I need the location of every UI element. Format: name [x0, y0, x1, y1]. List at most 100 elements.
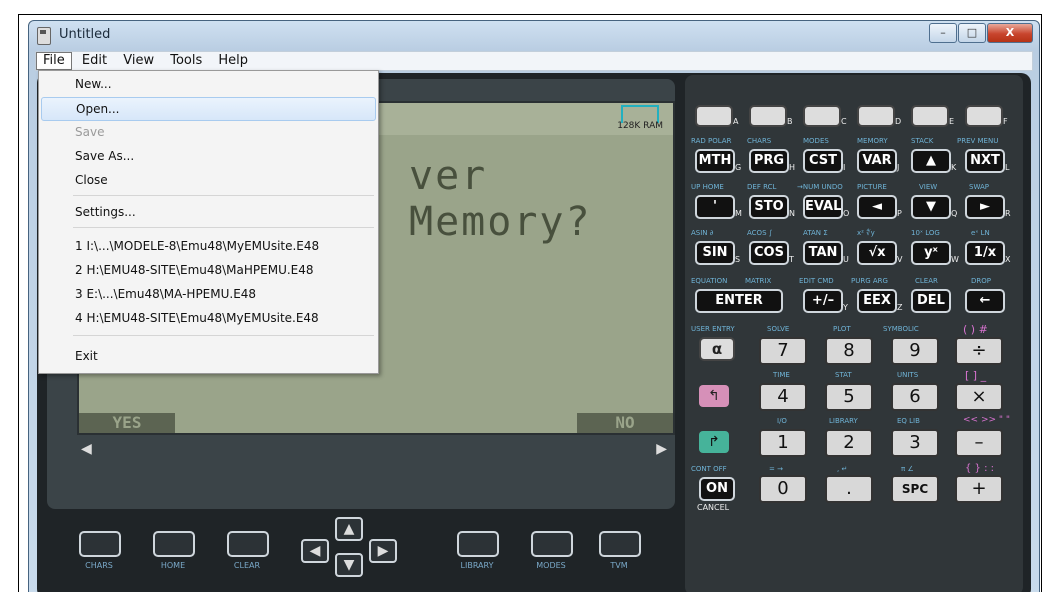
power-key[interactable]: yˣ [911, 241, 951, 265]
mth-key[interactable]: MTH [695, 149, 735, 173]
menu-key-b[interactable] [749, 105, 787, 127]
sto-key[interactable]: STO [749, 195, 789, 219]
sqrt-key[interactable]: √x [857, 241, 897, 265]
softkey-4[interactable] [457, 531, 499, 557]
prg-key[interactable]: PRG [749, 149, 789, 173]
sin-key[interactable]: SIN [695, 241, 735, 265]
softkey-3[interactable] [227, 531, 269, 557]
eex-key[interactable]: EEX [857, 289, 897, 313]
dot-key[interactable]: . [825, 475, 873, 503]
minus-key[interactable]: – [955, 429, 1003, 457]
key-8[interactable]: 8 [825, 337, 873, 365]
nxt-key[interactable]: NXT [965, 149, 1005, 173]
softkey-6[interactable] [599, 531, 641, 557]
menu-file[interactable]: File [36, 52, 72, 70]
softkey-2-label: HOME [160, 561, 186, 570]
menu-edit[interactable]: Edit [76, 52, 113, 70]
minimize-button[interactable]: – [929, 23, 957, 43]
key-9[interactable]: 9 [891, 337, 939, 365]
softkey-1[interactable] [79, 531, 121, 557]
key-0[interactable]: 0 [759, 475, 807, 503]
plus-key[interactable]: + [955, 475, 1003, 503]
scroll-right-icon[interactable]: ▶ [656, 441, 667, 457]
cancel-label: CANCEL [697, 503, 730, 512]
on-key[interactable]: ON [699, 477, 735, 501]
menu-key-d[interactable] [857, 105, 895, 127]
up-arrow-key[interactable]: ▲ [335, 517, 363, 541]
menu-item-recent-1[interactable]: 1 I:\...\MODELE-8\Emu48\MyEMUsite.E48 [75, 235, 319, 257]
letter-a: A [733, 117, 739, 126]
right-shift-key[interactable]: ↱ [699, 431, 729, 453]
softkey-5[interactable] [531, 531, 573, 557]
menu-tools[interactable]: Tools [164, 52, 208, 70]
menu-key-e[interactable] [911, 105, 949, 127]
maximize-button[interactable]: □ [958, 23, 986, 43]
menu-item-open[interactable]: Open... [41, 97, 376, 121]
multiply-key[interactable]: × [955, 383, 1003, 411]
label-units: UNITS [897, 371, 919, 379]
left-arrow-key[interactable]: ◀ [301, 539, 329, 563]
letter-d: D [895, 117, 902, 126]
down-arrow-key[interactable]: ▼ [335, 553, 363, 577]
key-5[interactable]: 5 [825, 383, 873, 411]
menu-item-recent-3[interactable]: 3 E:\...\Emu48\MA-HPEMU.E48 [75, 283, 256, 305]
menu-item-recent-2[interactable]: 2 H:\EMU48-SITE\Emu48\MaHPEMU.E48 [75, 259, 314, 281]
menu-item-exit[interactable]: Exit [75, 345, 98, 367]
menu-item-save-as[interactable]: Save As... [75, 145, 134, 167]
del-key[interactable]: DEL [911, 289, 951, 313]
label-chars: CHARS [747, 137, 772, 145]
close-button[interactable]: X [987, 23, 1033, 43]
letter-z: Z [897, 303, 903, 312]
menu-item-recent-4[interactable]: 4 H:\EMU48-SITE\Emu48\MyEMUsite.E48 [75, 307, 319, 329]
file-dropdown-menu: New... Open... Save Save As... Close Set… [38, 70, 379, 374]
menu-item-close[interactable]: Close [75, 169, 108, 191]
left-shift-key[interactable]: ↰ [699, 385, 729, 407]
key-3[interactable]: 3 [891, 429, 939, 457]
scroll-left-icon[interactable]: ◀ [81, 441, 92, 457]
backspace-key[interactable]: ← [965, 289, 1005, 313]
right-key[interactable]: ► [965, 195, 1005, 219]
letter-y: Y [843, 303, 848, 312]
menu-key-c[interactable] [803, 105, 841, 127]
right-arrow-key[interactable]: ▶ [369, 539, 397, 563]
letter-g: G [735, 163, 742, 172]
menu-view[interactable]: View [117, 52, 160, 70]
menu-item-new[interactable]: New... [75, 73, 112, 95]
menu-separator [73, 195, 374, 196]
letter-m: M [735, 209, 742, 218]
tick-key[interactable]: ' [695, 195, 735, 219]
menu-key-f[interactable] [965, 105, 1003, 127]
key-1[interactable]: 1 [759, 429, 807, 457]
menu-item-settings[interactable]: Settings... [75, 201, 136, 223]
cst-key[interactable]: CST [803, 149, 843, 173]
enter-key[interactable]: ENTER [695, 289, 783, 313]
up-key[interactable]: ▲ [911, 149, 951, 173]
label-num-undo: →NUM UNDO [797, 183, 843, 191]
label-user-entry: USER ENTRY [691, 325, 735, 333]
key-7[interactable]: 7 [759, 337, 807, 365]
tan-key[interactable]: TAN [803, 241, 843, 265]
spc-key[interactable]: SPC [891, 475, 939, 503]
softkey-2[interactable] [153, 531, 195, 557]
menu-help[interactable]: Help [212, 52, 254, 70]
menu-key-a[interactable] [695, 105, 733, 127]
softlabel-no: NO [577, 413, 673, 433]
alpha-key[interactable]: α [699, 337, 735, 361]
label-eq-lib: EQ LIB [897, 417, 920, 425]
key-6[interactable]: 6 [891, 383, 939, 411]
divide-key[interactable]: ÷ [955, 337, 1003, 365]
down-key[interactable]: ▼ [911, 195, 951, 219]
left-key[interactable]: ◄ [857, 195, 897, 219]
var-key[interactable]: VAR [857, 149, 897, 173]
label-pi-angle: π ∠ [901, 465, 914, 473]
inverse-key[interactable]: 1/x [965, 241, 1005, 265]
eval-key[interactable]: EVAL [803, 195, 843, 219]
lcd-scroll-row: ◀ ▶ [77, 441, 671, 459]
cos-key[interactable]: COS [749, 241, 789, 265]
key-2[interactable]: 2 [825, 429, 873, 457]
label-x2: x² ∜y [857, 229, 875, 237]
menu-item-save[interactable]: Save [75, 121, 104, 143]
label-clear: CLEAR [915, 277, 938, 285]
negate-key[interactable]: +/– [803, 289, 843, 313]
key-4[interactable]: 4 [759, 383, 807, 411]
